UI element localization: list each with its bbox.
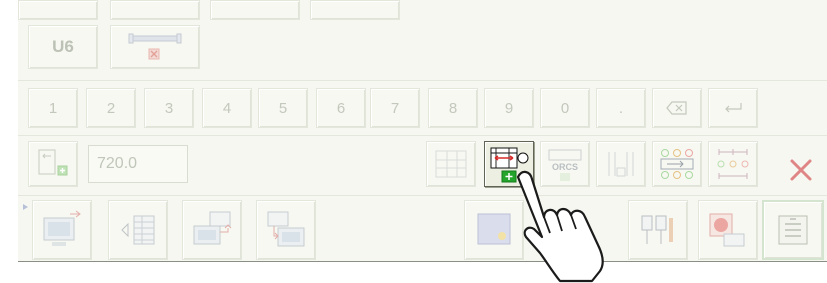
key-label: 6 bbox=[336, 99, 346, 117]
screen-import-icon bbox=[193, 211, 232, 245]
bottom-tool-7[interactable] bbox=[698, 200, 758, 260]
key-label: 5 bbox=[278, 99, 288, 117]
key-label: 9 bbox=[504, 99, 514, 117]
toolbar-panel: U6 1 2 3 4 5 6 7 8 9 0 . 720.0 ORCS bbox=[18, 0, 827, 262]
tool-button-1[interactable] bbox=[426, 141, 476, 187]
hand-pointer-icon bbox=[516, 170, 604, 283]
key-enter[interactable] bbox=[708, 88, 758, 128]
stop-component-icon bbox=[709, 213, 745, 247]
component-tab-u6[interactable]: U6 bbox=[28, 25, 98, 69]
key-backspace[interactable] bbox=[652, 88, 702, 128]
alignment-button[interactable] bbox=[652, 141, 702, 187]
alignment-icon bbox=[660, 149, 694, 179]
key-8[interactable]: 8 bbox=[428, 88, 478, 128]
key-label: 8 bbox=[448, 99, 458, 117]
table-list-icon bbox=[121, 215, 155, 245]
key-label: . bbox=[618, 99, 624, 117]
key-label: 4 bbox=[222, 99, 232, 117]
key-label: 7 bbox=[390, 99, 400, 117]
top-tab-1[interactable] bbox=[18, 0, 98, 20]
dimension-value: 720.0 bbox=[97, 155, 138, 172]
backspace-icon bbox=[666, 101, 687, 115]
bottom-tool-2[interactable] bbox=[108, 200, 168, 260]
frame-icon bbox=[38, 149, 68, 176]
screen-export-icon bbox=[43, 210, 81, 246]
key-6[interactable]: 6 bbox=[316, 88, 366, 128]
separator bbox=[18, 80, 827, 81]
separator bbox=[18, 195, 827, 196]
key-label: 0 bbox=[560, 99, 570, 117]
spacing-button[interactable] bbox=[708, 141, 758, 187]
bottom-tool-4[interactable] bbox=[256, 200, 316, 260]
enter-arrow-icon bbox=[725, 103, 742, 113]
cancel-button[interactable] bbox=[786, 155, 816, 185]
spacing-icon bbox=[717, 149, 749, 179]
print-panel-icon bbox=[778, 215, 808, 245]
key-2[interactable]: 2 bbox=[86, 88, 136, 128]
dimension-value-field[interactable]: 720.0 bbox=[88, 145, 188, 183]
key-label: 3 bbox=[164, 99, 174, 117]
play-marker-icon bbox=[23, 204, 28, 210]
key-3[interactable]: 3 bbox=[144, 88, 194, 128]
part-thumbnail-icon bbox=[128, 33, 182, 60]
key-label: 2 bbox=[106, 99, 116, 117]
key-label: 1 bbox=[48, 99, 58, 117]
separator bbox=[18, 135, 827, 136]
bottom-tool-8[interactable] bbox=[762, 200, 824, 260]
key-1[interactable]: 1 bbox=[28, 88, 78, 128]
key-5[interactable]: 5 bbox=[258, 88, 308, 128]
bottom-tool-3[interactable] bbox=[182, 200, 242, 260]
top-tab-2[interactable] bbox=[110, 0, 200, 20]
key-0[interactable]: 0 bbox=[540, 88, 590, 128]
component-tab-part[interactable] bbox=[110, 25, 200, 69]
frame-settings-button[interactable] bbox=[28, 141, 78, 187]
component-tab-label: U6 bbox=[52, 37, 74, 56]
top-tab-4[interactable] bbox=[310, 0, 400, 20]
key-4[interactable]: 4 bbox=[202, 88, 252, 128]
bottom-tool-1[interactable] bbox=[32, 200, 92, 260]
key-decimal[interactable]: . bbox=[596, 88, 646, 128]
top-tab-3[interactable] bbox=[210, 0, 300, 20]
bottom-tool-6[interactable] bbox=[628, 200, 688, 260]
grid-dimension-icon bbox=[435, 150, 467, 178]
key-9[interactable]: 9 bbox=[484, 88, 534, 128]
key-7[interactable]: 7 bbox=[370, 88, 420, 128]
close-icon bbox=[790, 159, 812, 181]
terminal-blocks-icon bbox=[641, 215, 673, 244]
screen-link-icon bbox=[267, 211, 305, 247]
